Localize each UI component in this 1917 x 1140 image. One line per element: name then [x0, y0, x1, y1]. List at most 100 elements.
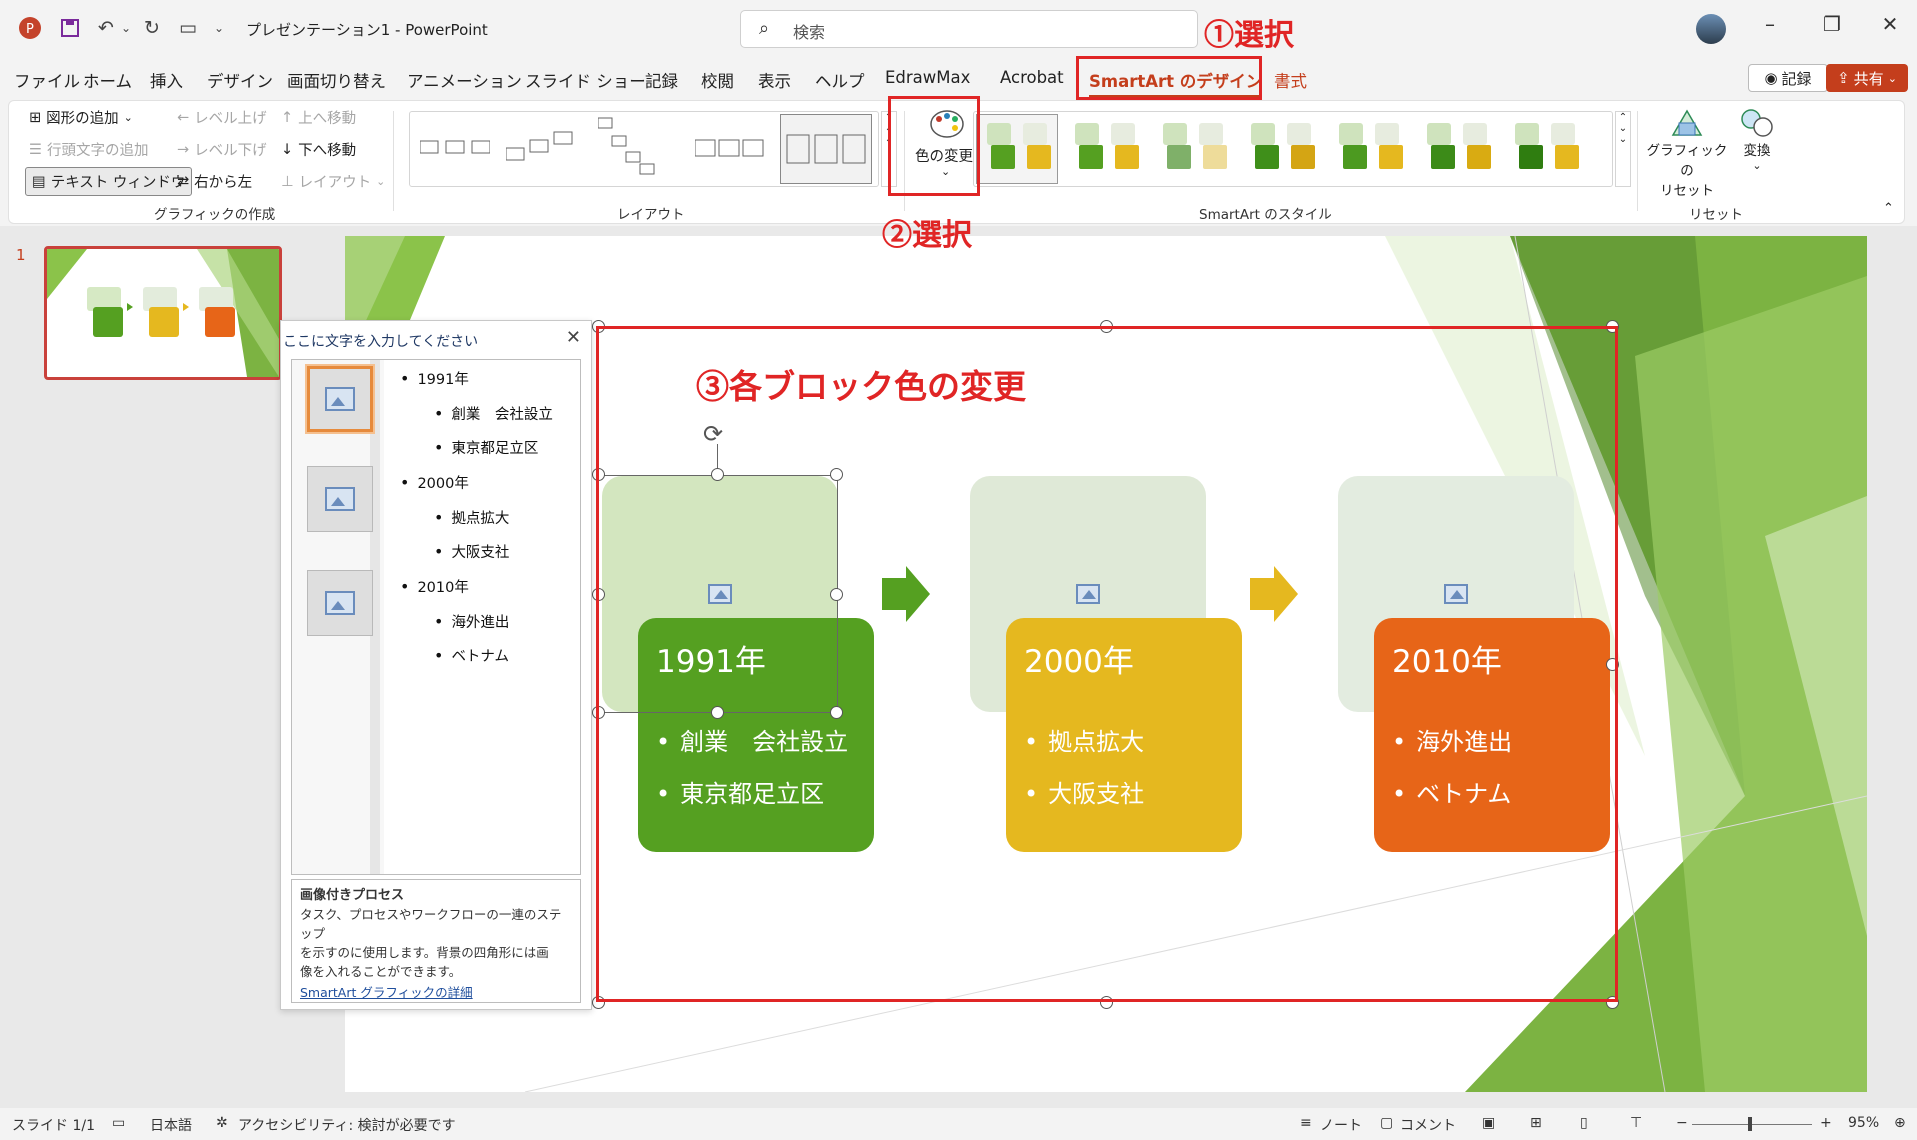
text-pane-item[interactable]: 創業 会社設立 — [434, 403, 553, 424]
zoom-out-icon[interactable]: − — [1676, 1115, 1688, 1131]
record-button[interactable]: ◉ 記録 — [1748, 64, 1828, 92]
language-indicator[interactable]: 日本語 — [150, 1115, 192, 1135]
tab-review[interactable]: 校閲 — [701, 68, 734, 92]
layout-thumb-step-up[interactable] — [505, 128, 576, 164]
zoom-level[interactable]: 95% — [1848, 1115, 1879, 1131]
style-thumb[interactable] — [1071, 117, 1147, 179]
zoom-slider-thumb[interactable] — [1748, 1117, 1752, 1131]
style-swatch-bg — [1251, 123, 1275, 145]
move-down-button[interactable]: ↓ 下へ移動 — [281, 139, 356, 160]
text-pane-item[interactable]: ベトナム — [434, 645, 509, 666]
slide-thumbnail[interactable] — [44, 246, 282, 380]
reset-graphic-label: グラフィックの — [1646, 143, 1728, 179]
slide-number: 1 — [16, 246, 26, 264]
undo-dropdown-icon[interactable]: ⌄ — [118, 14, 134, 42]
right-to-left-button[interactable]: ⇄ 右から左 — [177, 171, 252, 192]
layout-thumb-hierarchy[interactable] — [597, 116, 668, 176]
share-button[interactable]: ⇪ 共有 ⌄ — [1826, 64, 1908, 92]
style-swatch — [1167, 145, 1191, 169]
promote-button[interactable]: ← レベル上げ — [177, 107, 267, 128]
tab-home[interactable]: ホーム — [83, 68, 132, 92]
picture-slot-2[interactable] — [307, 466, 373, 532]
tab-transitions[interactable]: 画面切り替え — [287, 68, 386, 92]
style-thumb[interactable] — [1335, 117, 1411, 179]
text-pane-button[interactable]: ▤ テキスト ウィンドウ — [25, 167, 193, 196]
tab-view[interactable]: 表示 — [758, 68, 791, 92]
tab-file[interactable]: ファイル — [14, 68, 80, 92]
record-icon: ◉ — [1764, 69, 1778, 87]
search-icon: ⌕ — [759, 18, 770, 39]
text-pane-item[interactable]: 2000年 — [400, 472, 468, 493]
smartart-details-link[interactable]: SmartArt グラフィックの詳細 — [300, 983, 572, 1002]
move-up-button[interactable]: ↑ 上へ移動 — [281, 107, 356, 128]
ribbon-tabs: ファイル ホーム 挿入 デザイン 画面切り替え アニメーション スライド ショー… — [0, 58, 1917, 100]
normal-view-icon[interactable]: ▣ — [1482, 1115, 1495, 1131]
collapse-ribbon-icon[interactable]: ⌃ — [1883, 201, 1894, 216]
zoom-slider[interactable] — [1692, 1124, 1812, 1125]
picture-slot-3[interactable] — [307, 570, 373, 636]
convert-button[interactable]: 変換 ⌄ — [1727, 105, 1787, 195]
notes-button[interactable]: ノート — [1320, 1115, 1362, 1135]
smartart-text-pane[interactable]: ここに文字を入力してください ✕ 1991年 創業 会社設立 東京都足立区 20… — [280, 320, 592, 1010]
style-thumb[interactable] — [1511, 117, 1587, 179]
close-window-icon[interactable]: ✕ — [1870, 12, 1910, 36]
text-pane-item[interactable]: 1991年 — [400, 368, 468, 389]
reset-graphic-button[interactable]: グラフィックの リセット — [1645, 105, 1729, 199]
redo-icon[interactable]: ↻ — [138, 14, 166, 42]
layout-button[interactable]: ⊥ レイアウト ⌄ — [281, 171, 385, 192]
layout-thumb-basic-process[interactable] — [419, 138, 491, 156]
picture-icon — [325, 591, 355, 615]
text-pane-item[interactable]: 2010年 — [400, 576, 468, 597]
style-swatch-bg — [1163, 123, 1187, 145]
tab-acrobat[interactable]: Acrobat — [1000, 68, 1064, 87]
tab-edrawmax[interactable]: EdrawMax — [885, 68, 970, 87]
style-swatch-bg — [1075, 123, 1099, 145]
tab-insert[interactable]: 挿入 — [150, 68, 183, 92]
add-bullet-button[interactable]: ☰ 行頭文字の追加 — [29, 139, 149, 160]
spellcheck-icon[interactable]: ▭ — [112, 1115, 125, 1131]
styles-gallery-scroll[interactable]: ⌃ ⌄ ⌄ — [1615, 111, 1631, 187]
text-pane-item[interactable]: 大阪支社 — [434, 541, 509, 562]
zoom-in-icon[interactable]: + — [1820, 1115, 1832, 1131]
accessibility-status[interactable]: アクセシビリティ: 検討が必要です — [238, 1115, 456, 1135]
reading-view-icon[interactable]: ▯ — [1580, 1115, 1588, 1131]
demote-button[interactable]: → レベル下げ — [177, 139, 267, 160]
style-thumb[interactable] — [983, 117, 1059, 179]
text-pane-editor[interactable]: 1991年 創業 会社設立 東京都足立区 2000年 拠点拡大 大阪支社 201… — [291, 359, 581, 875]
tab-design[interactable]: デザイン — [207, 68, 273, 92]
convert-icon — [1739, 107, 1775, 139]
tab-record[interactable]: 記録 — [645, 68, 678, 92]
reset-graphic-icon — [1669, 107, 1705, 139]
slide-sorter-icon[interactable]: ⊞ — [1530, 1115, 1542, 1131]
tab-help[interactable]: ヘルプ — [815, 68, 865, 92]
fit-to-window-icon[interactable]: ⊕ — [1894, 1115, 1906, 1131]
add-shape-icon: ⊞ — [29, 109, 42, 126]
avatar[interactable] — [1696, 14, 1726, 44]
tab-animations[interactable]: アニメーション — [407, 68, 522, 92]
comments-button[interactable]: コメント — [1400, 1115, 1456, 1135]
layout-info-desc: を示すのに使用します。背景の四角形には画 — [300, 945, 549, 960]
save-icon[interactable] — [56, 14, 84, 42]
tab-format[interactable]: 書式 — [1274, 68, 1307, 92]
tab-slideshow[interactable]: スライド ショー — [525, 68, 646, 92]
search-box[interactable]: ⌕ 検索 — [740, 10, 1198, 48]
text-pane-item[interactable]: 海外進出 — [434, 611, 509, 632]
add-shape-button[interactable]: ⊞ 図形の追加 ⌄ — [29, 107, 133, 128]
present-icon[interactable]: ▭ — [174, 14, 202, 42]
style-thumb[interactable] — [1247, 117, 1323, 179]
minimize-icon[interactable]: – — [1750, 12, 1790, 36]
text-pane-item[interactable]: 拠点拡大 — [434, 507, 509, 528]
layout-thumb-blocks[interactable] — [694, 136, 765, 160]
slideshow-view-icon[interactable]: ⊤ — [1630, 1115, 1642, 1131]
thumbnail-preview — [47, 249, 279, 377]
restore-icon[interactable]: ❐ — [1812, 12, 1852, 36]
style-thumb[interactable] — [1423, 117, 1499, 179]
layout-thumb-picture-process-selected[interactable] — [780, 114, 872, 184]
close-icon[interactable]: ✕ — [566, 327, 581, 348]
picture-slot-1[interactable] — [307, 366, 373, 432]
undo-icon[interactable]: ↶ — [92, 14, 120, 42]
text-pane-item[interactable]: 東京都足立区 — [434, 437, 538, 458]
customize-qat-icon[interactable]: ⌄ — [210, 14, 228, 42]
layout-gallery[interactable] — [409, 111, 879, 187]
style-thumb[interactable] — [1159, 117, 1235, 179]
